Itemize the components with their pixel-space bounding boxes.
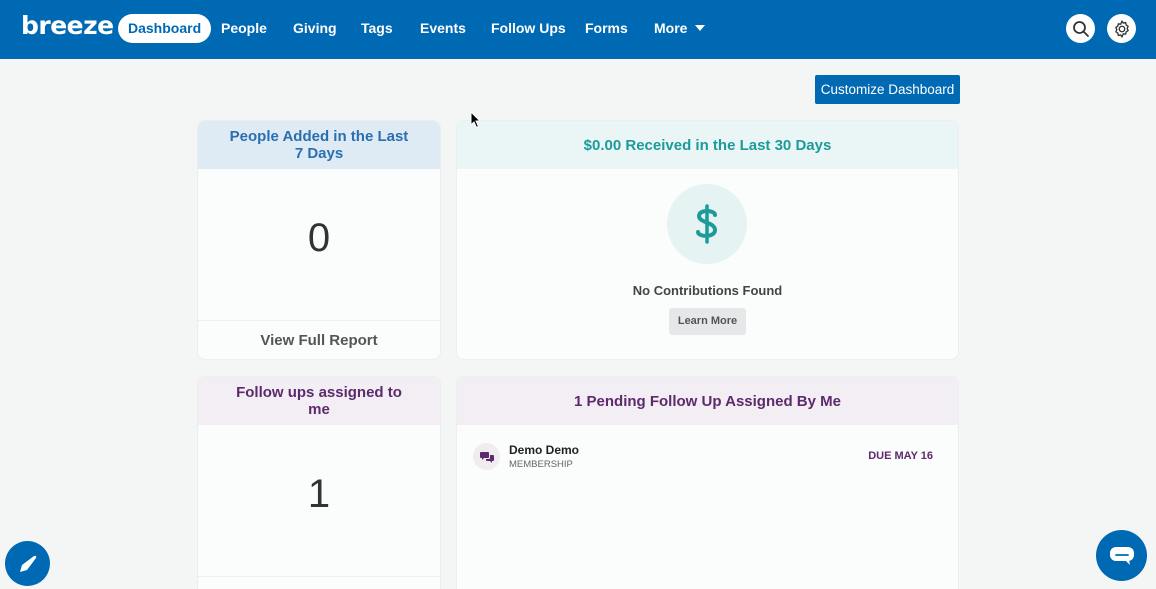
chevron-down-icon bbox=[695, 25, 706, 32]
giving-card: $0.00 Received in the Last 30 Days No Co… bbox=[456, 120, 959, 360]
followup-person-name[interactable]: Demo Demo bbox=[509, 443, 579, 457]
search-button[interactable] bbox=[1066, 14, 1095, 43]
no-contributions-text: No Contributions Found bbox=[632, 283, 783, 298]
giving-title: $0.00 Received in the Last 30 Days bbox=[457, 121, 958, 169]
settings-button[interactable] bbox=[1107, 14, 1136, 43]
followups-assigned-title: Follow ups assigned to me bbox=[198, 377, 440, 425]
nav-item-dashboard[interactable]: Dashboard bbox=[118, 14, 212, 43]
followups-assigned-count: 1 bbox=[307, 472, 331, 516]
nav-item-forms[interactable]: Forms bbox=[575, 14, 638, 43]
chat-icon bbox=[1109, 546, 1134, 565]
learn-more-button[interactable]: Learn More bbox=[669, 308, 746, 335]
followup-type: MEMBERSHIP bbox=[509, 459, 573, 470]
chat-bubbles-icon bbox=[473, 443, 500, 470]
followups-assigned-card: Follow ups assigned to me 1 bbox=[197, 376, 441, 589]
feedback-button[interactable] bbox=[5, 541, 50, 586]
pending-followups-title: 1 Pending Follow Up Assigned By Me bbox=[457, 377, 958, 425]
customize-dashboard-button[interactable]: Customize Dashboard bbox=[815, 75, 960, 104]
breeze-logo[interactable]: breeze bbox=[21, 11, 114, 40]
followup-due-date: DUE MAY 16 bbox=[868, 450, 933, 462]
nav-item-events[interactable]: Events bbox=[410, 14, 476, 43]
chat-button[interactable] bbox=[1096, 530, 1147, 581]
people-added-card: People Added in the Last 7 Days 0 View F… bbox=[197, 120, 441, 360]
nav-item-giving[interactable]: Giving bbox=[283, 14, 347, 43]
people-added-count: 0 bbox=[307, 216, 331, 260]
followups-card-footer bbox=[198, 576, 440, 589]
dollar-icon bbox=[667, 184, 747, 264]
gear-icon bbox=[1114, 19, 1129, 38]
search-icon bbox=[1072, 20, 1089, 37]
view-full-report-link[interactable]: View Full Report bbox=[198, 320, 440, 359]
nav-item-people[interactable]: People bbox=[211, 14, 277, 43]
pending-followups-card: 1 Pending Follow Up Assigned By Me Demo … bbox=[456, 376, 959, 589]
people-added-title: People Added in the Last 7 Days bbox=[198, 121, 440, 169]
nav-item-more-label: More bbox=[654, 20, 688, 36]
nav-item-more[interactable]: More bbox=[644, 14, 715, 43]
list-item[interactable]: Demo Demo MEMBERSHIP DUE MAY 16 bbox=[473, 441, 933, 473]
megaphone-icon bbox=[19, 555, 36, 572]
top-navbar: breeze Dashboard People Giving Tags Even… bbox=[0, 0, 1156, 59]
nav-item-tags[interactable]: Tags bbox=[351, 14, 403, 43]
mouse-cursor-icon bbox=[470, 111, 482, 129]
nav-item-follow-ups[interactable]: Follow Ups bbox=[481, 14, 576, 43]
